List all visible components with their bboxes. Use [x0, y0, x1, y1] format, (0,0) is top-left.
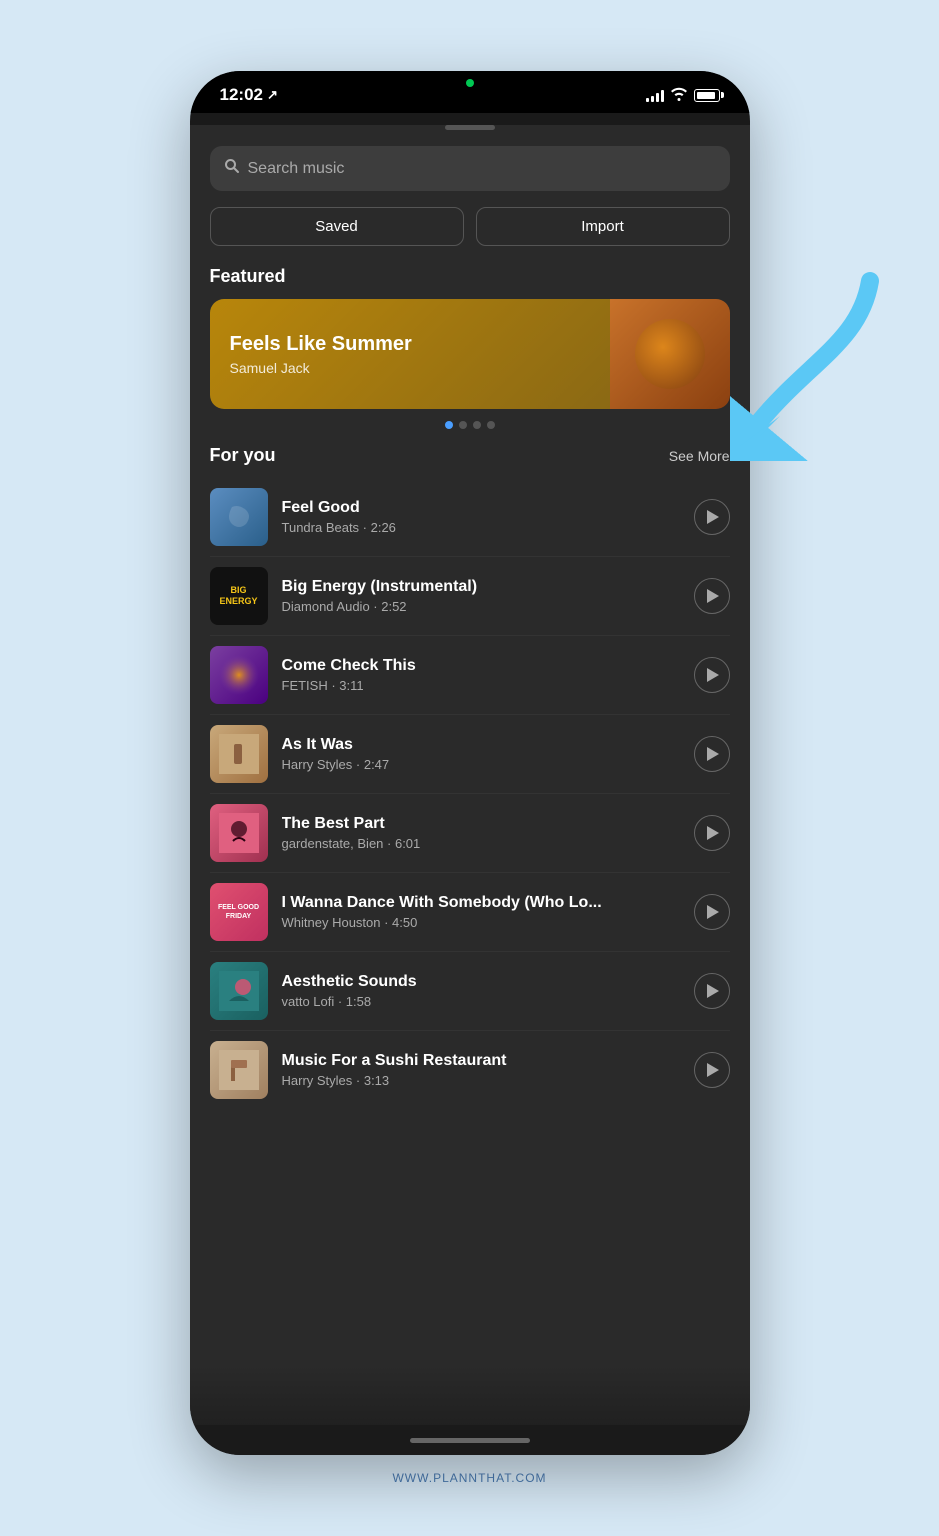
play-icon [707, 905, 719, 919]
track-title: I Wanna Dance With Somebody (Who Lo... [282, 894, 680, 912]
track-title: Come Check This [282, 657, 680, 675]
track-title: Big Energy (Instrumental) [282, 578, 680, 596]
track-info: Feel Good Tundra Beats · 2:26 [282, 499, 680, 535]
track-info: As It Was Harry Styles · 2:47 [282, 736, 680, 772]
for-you-title: For you [210, 445, 276, 466]
app-content: Search music Saved Import Featured Feels… [190, 125, 750, 1425]
thumb-label: FEEL GOOD FRIDAY [214, 903, 264, 921]
search-bar[interactable]: Search music [210, 146, 730, 191]
play-icon [707, 668, 719, 682]
search-placeholder: Search music [248, 160, 716, 178]
tab-saved[interactable]: Saved [210, 207, 464, 246]
play-icon [707, 984, 719, 998]
track-thumbnail [210, 725, 268, 783]
play-button[interactable] [694, 657, 730, 693]
signal-icon [646, 88, 664, 102]
featured-card[interactable]: Feels Like Summer Samuel Jack [210, 299, 730, 409]
track-title: Music For a Sushi Restaurant [282, 1052, 680, 1070]
drag-handle[interactable] [445, 125, 495, 130]
featured-section-label: Featured [190, 266, 750, 299]
track-info: Aesthetic Sounds vatto Lofi · 1:58 [282, 973, 680, 1009]
track-title: Feel Good [282, 499, 680, 517]
blur-overlay [190, 1365, 750, 1425]
track-meta: Harry Styles · 3:13 [282, 1073, 680, 1088]
wifi-icon [670, 87, 688, 104]
list-item[interactable]: As It Was Harry Styles · 2:47 [190, 715, 750, 793]
dot-4[interactable] [487, 421, 495, 429]
track-info: I Wanna Dance With Somebody (Who Lo... W… [282, 894, 680, 930]
list-item[interactable]: The Best Part gardenstate, Bien · 6:01 [190, 794, 750, 872]
dot-notch [466, 79, 474, 87]
track-title: The Best Part [282, 815, 680, 833]
track-meta: Diamond Audio · 2:52 [282, 599, 680, 614]
track-thumbnail [210, 804, 268, 862]
track-list: Feel Good Tundra Beats · 2:26 BIG ENERGY… [190, 478, 750, 1109]
footer-url: WWW.PLANNTHAT.COM [392, 1471, 546, 1485]
status-time: 12:02 ↗ [220, 85, 278, 105]
list-item[interactable]: Music For a Sushi Restaurant Harry Style… [190, 1031, 750, 1109]
see-more-button[interactable]: See More [669, 448, 730, 464]
play-button[interactable] [694, 1052, 730, 1088]
phone-frame: 12:02 ↗ [190, 71, 750, 1455]
tabs-row: Saved Import [210, 207, 730, 246]
track-meta: Whitney Houston · 4:50 [282, 915, 680, 930]
track-meta: Tundra Beats · 2:26 [282, 520, 680, 535]
track-thumbnail: BIG ENERGY [210, 567, 268, 625]
play-button[interactable] [694, 578, 730, 614]
dot-1[interactable] [445, 421, 453, 429]
play-icon [707, 589, 719, 603]
featured-artist: Samuel Jack [230, 360, 590, 376]
track-thumbnail: FEEL GOOD FRIDAY [210, 883, 268, 941]
home-bar [410, 1438, 530, 1443]
location-icon: ↗ [267, 87, 278, 103]
status-icons [646, 87, 720, 104]
track-thumbnail [210, 962, 268, 1020]
play-icon [707, 826, 719, 840]
arrow-annotation [730, 261, 890, 461]
list-item[interactable]: Come Check This FETISH · 3:11 [190, 636, 750, 714]
track-info: Big Energy (Instrumental) Diamond Audio … [282, 578, 680, 614]
carousel-dots [190, 409, 750, 441]
battery-icon [694, 89, 720, 102]
play-button[interactable] [694, 736, 730, 772]
list-item[interactable]: Feel Good Tundra Beats · 2:26 [190, 478, 750, 556]
track-title: As It Was [282, 736, 680, 754]
track-meta: Harry Styles · 2:47 [282, 757, 680, 772]
featured-image [610, 299, 730, 409]
status-bar: 12:02 ↗ [190, 71, 750, 113]
play-icon [707, 510, 719, 524]
time-display: 12:02 [220, 85, 263, 105]
track-title: Aesthetic Sounds [282, 973, 680, 991]
for-you-header: For you See More [190, 441, 750, 478]
search-icon [224, 158, 240, 179]
home-indicator[interactable] [190, 1425, 750, 1455]
play-button[interactable] [694, 973, 730, 1009]
play-button[interactable] [694, 815, 730, 851]
featured-img-shape [635, 319, 705, 389]
track-meta: gardenstate, Bien · 6:01 [282, 836, 680, 851]
play-icon [707, 1063, 719, 1077]
dot-3[interactable] [473, 421, 481, 429]
dot-2[interactable] [459, 421, 467, 429]
tab-import[interactable]: Import [476, 207, 730, 246]
track-thumbnail [210, 1041, 268, 1099]
featured-bg: Feels Like Summer Samuel Jack [210, 299, 610, 409]
track-info: Come Check This FETISH · 3:11 [282, 657, 680, 693]
track-meta: vatto Lofi · 1:58 [282, 994, 680, 1009]
play-button[interactable] [694, 499, 730, 535]
track-thumbnail [210, 488, 268, 546]
featured-title: Feels Like Summer [230, 333, 590, 356]
play-button[interactable] [694, 894, 730, 930]
track-thumbnail [210, 646, 268, 704]
list-item[interactable]: Aesthetic Sounds vatto Lofi · 1:58 [190, 952, 750, 1030]
play-icon [707, 747, 719, 761]
list-item[interactable]: FEEL GOOD FRIDAY I Wanna Dance With Some… [190, 873, 750, 951]
outer-wrapper: 12:02 ↗ [190, 71, 750, 1455]
track-meta: FETISH · 3:11 [282, 678, 680, 693]
track-info: Music For a Sushi Restaurant Harry Style… [282, 1052, 680, 1088]
track-info: The Best Part gardenstate, Bien · 6:01 [282, 815, 680, 851]
thumb-label: BIG ENERGY [214, 585, 264, 607]
list-item[interactable]: BIG ENERGY Big Energy (Instrumental) Dia… [190, 557, 750, 635]
